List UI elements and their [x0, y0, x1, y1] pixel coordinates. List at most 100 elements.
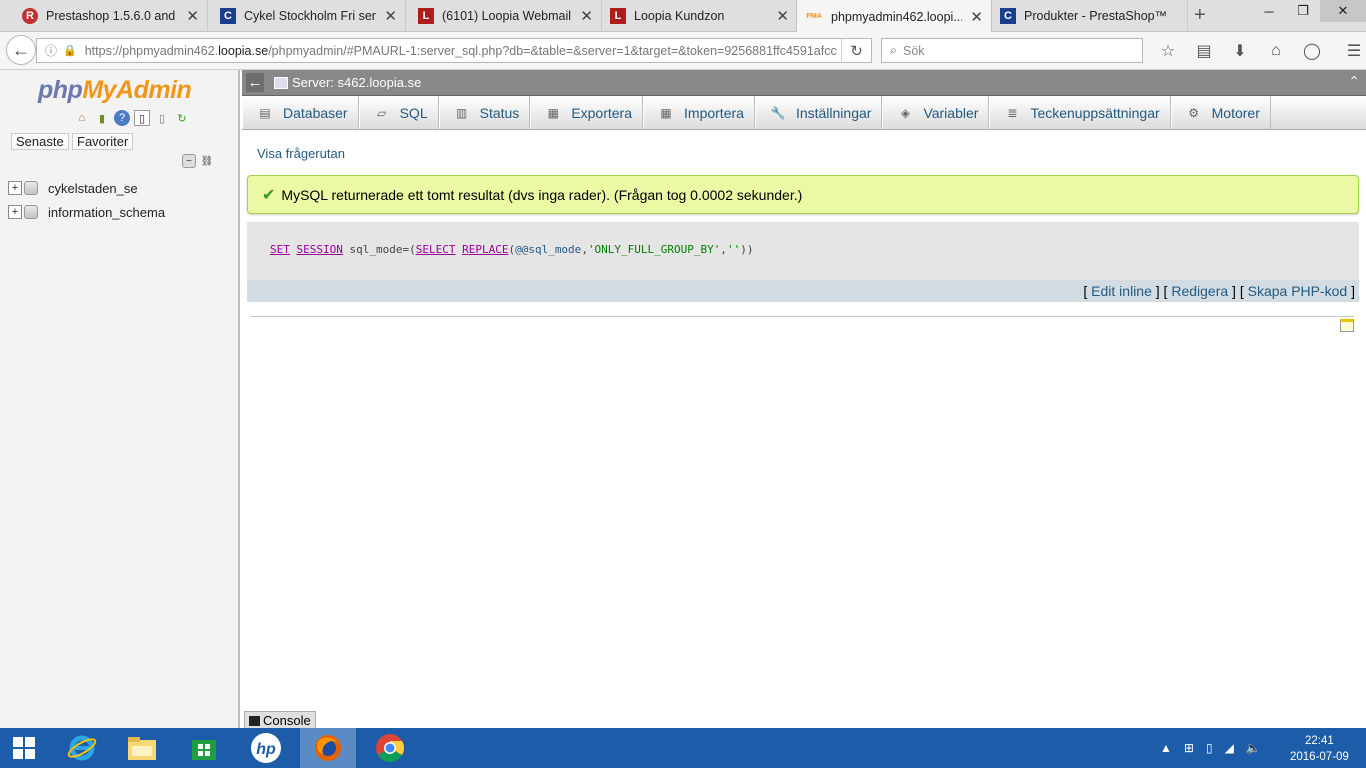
- database-icon: ▤: [259, 105, 271, 120]
- file-explorer-icon[interactable]: [114, 728, 170, 768]
- docs-icon[interactable]: ▯: [134, 110, 150, 126]
- close-tab-icon[interactable]: ✕: [186, 7, 199, 25]
- tab-status[interactable]: ▥ Status: [438, 96, 531, 129]
- settings-icon[interactable]: ▯: [154, 110, 170, 126]
- action-center-icon[interactable]: ⊞: [1184, 741, 1194, 755]
- tab-databases[interactable]: ▤ Databaser: [242, 96, 359, 129]
- tab-title: Prestashop 1.5.6.0 and ...: [46, 9, 179, 23]
- breadcrumb[interactable]: Server: s462.loopia.se: [274, 75, 421, 90]
- sql-icon: ▱: [376, 105, 387, 120]
- minimize-icon[interactable]: ─: [1252, 0, 1286, 22]
- sql-query-box: SET SESSION sql_mode=(SELECT REPLACE(@@s…: [247, 222, 1359, 280]
- close-tab-icon[interactable]: ✕: [384, 7, 397, 25]
- download-icon[interactable]: ⬇: [1222, 38, 1258, 64]
- browser-tab-bar: R Prestashop 1.5.6.0 and ... ✕ C Cykel S…: [0, 0, 1366, 33]
- close-tab-icon[interactable]: ✕: [776, 7, 789, 25]
- clock[interactable]: 22:41 2016-07-09: [1290, 733, 1349, 765]
- tab-sql[interactable]: ▱ SQL: [358, 96, 439, 129]
- firefox-icon[interactable]: [300, 728, 356, 768]
- url-bar[interactable]: ⓘ 🔒 https://phpmyadmin462.loopia.se/phpm…: [36, 38, 872, 63]
- home-icon[interactable]: ⌂: [74, 110, 90, 126]
- tab-settings[interactable]: 🔧 Inställningar: [754, 96, 883, 129]
- edit-link[interactable]: Redigera: [1171, 283, 1228, 299]
- browser-tab[interactable]: C Cykel Stockholm Fri ser... ✕: [208, 0, 406, 32]
- chrome-icon[interactable]: [362, 728, 418, 768]
- search-input[interactable]: ⌕ Sök: [881, 38, 1143, 63]
- exit-icon[interactable]: ▮: [94, 110, 110, 126]
- url-text[interactable]: https://phpmyadmin462.loopia.se/phpmyadm…: [85, 44, 841, 58]
- database-name[interactable]: information_schema: [48, 205, 165, 220]
- show-query-box-link[interactable]: Visa frågerutan: [257, 146, 345, 161]
- home-icon[interactable]: ⌂: [1258, 38, 1294, 64]
- pma-logo[interactable]: phpMyAdmin: [38, 76, 192, 105]
- database-item[interactable]: + information_schema: [8, 200, 165, 224]
- menu-icon[interactable]: ☰: [1336, 38, 1366, 64]
- help-icon[interactable]: ?: [114, 110, 130, 126]
- show-hidden-icons-icon[interactable]: ▲: [1160, 741, 1172, 755]
- export-icon: ▦: [547, 105, 559, 120]
- link-icon[interactable]: ⛓: [200, 154, 214, 168]
- start-button[interactable]: [0, 728, 48, 768]
- expand-icon[interactable]: +: [8, 181, 22, 195]
- cykel-favicon-icon: C: [220, 8, 236, 24]
- edit-inline-link[interactable]: Edit inline: [1091, 283, 1152, 299]
- database-item[interactable]: + cykelstaden_se: [8, 176, 165, 200]
- wrench-icon: 🔧: [770, 105, 786, 120]
- database-icon: [24, 181, 38, 195]
- browser-tab[interactable]: L Loopia Kundzon ✕: [602, 0, 798, 32]
- database-name[interactable]: cykelstaden_se: [48, 181, 138, 196]
- reading-list-icon[interactable]: ▤: [1186, 38, 1222, 64]
- bookmark-star-icon[interactable]: ☆: [1150, 38, 1186, 64]
- reload-icon[interactable]: ↻: [841, 38, 871, 63]
- bookmark-note-icon[interactable]: [1340, 319, 1354, 332]
- info-icon[interactable]: ⓘ: [45, 42, 57, 59]
- hp-icon[interactable]: hp: [238, 728, 294, 768]
- server-icon: [274, 76, 288, 89]
- tab-variables[interactable]: ◈ Variabler: [882, 96, 990, 129]
- browser-tab-active[interactable]: PMA phpmyadmin462.loopi... ✕: [796, 0, 992, 33]
- server-breadcrumb-bar: ← Server: s462.loopia.se ⌃: [242, 70, 1366, 96]
- console-button[interactable]: Console: [244, 711, 316, 729]
- network-icon[interactable]: ◢: [1225, 741, 1234, 755]
- tree-controls: − ⛓: [182, 154, 214, 168]
- lock-icon: 🔒: [63, 45, 77, 57]
- new-tab-button[interactable]: +: [1194, 4, 1206, 27]
- chat-icon[interactable]: ◯: [1294, 38, 1330, 64]
- battery-icon[interactable]: ▯: [1206, 741, 1213, 755]
- variables-icon: ◈: [900, 105, 911, 120]
- search-placeholder: Sök: [903, 43, 925, 58]
- success-message: ✔ MySQL returnerade ett tomt resultat (d…: [247, 175, 1359, 214]
- store-icon[interactable]: [176, 728, 232, 768]
- volume-icon[interactable]: 🔈: [1246, 741, 1261, 755]
- collapse-all-icon[interactable]: −: [182, 154, 196, 168]
- browser-tab[interactable]: R Prestashop 1.5.6.0 and ... ✕: [0, 0, 208, 32]
- recent-tab[interactable]: Senaste: [11, 133, 69, 150]
- server-label[interactable]: Server: s462.loopia.se: [292, 75, 421, 90]
- restore-icon[interactable]: ❐: [1286, 0, 1320, 22]
- browser-tab[interactable]: L (6101) Loopia Webmail ... ✕: [406, 0, 602, 32]
- loopia-favicon-icon: L: [610, 8, 626, 24]
- toolbar-icons: ☆ ▤ ⬇ ⌂ ◯ ☰: [1150, 38, 1366, 64]
- prestashop-favicon-icon: R: [22, 8, 38, 24]
- tab-engines[interactable]: ⚙ Motorer: [1170, 96, 1271, 129]
- close-window-icon[interactable]: ✕: [1320, 0, 1366, 22]
- system-tray: ▲ ⊞ ▯ ◢ 🔈: [1160, 728, 1261, 768]
- back-arrow-icon: ←: [12, 39, 30, 60]
- internet-explorer-icon[interactable]: [54, 728, 110, 768]
- favorites-tab[interactable]: Favoriter: [72, 133, 134, 150]
- collapse-sidebar-icon[interactable]: ←: [246, 73, 264, 92]
- close-tab-icon[interactable]: ✕: [970, 8, 983, 26]
- checkmark-icon: ✔: [262, 186, 276, 204]
- scroll-up-icon[interactable]: ⌃: [1348, 73, 1360, 90]
- expand-icon[interactable]: +: [8, 205, 22, 219]
- tab-charsets[interactable]: ≣ Teckenuppsättningar: [989, 96, 1171, 129]
- pma-favicon-icon: PMA: [806, 13, 822, 20]
- tab-import[interactable]: ▦ Importera: [643, 96, 755, 129]
- console-icon: [249, 715, 260, 726]
- back-button[interactable]: ←: [6, 35, 36, 65]
- reload-icon[interactable]: ↻: [174, 110, 190, 126]
- close-tab-icon[interactable]: ✕: [580, 7, 593, 25]
- tab-export[interactable]: ▦ Exportera: [530, 96, 644, 129]
- create-php-code-link[interactable]: Skapa PHP-kod: [1248, 283, 1348, 299]
- browser-tab[interactable]: C Produkter - PrestaShop™: [992, 0, 1188, 32]
